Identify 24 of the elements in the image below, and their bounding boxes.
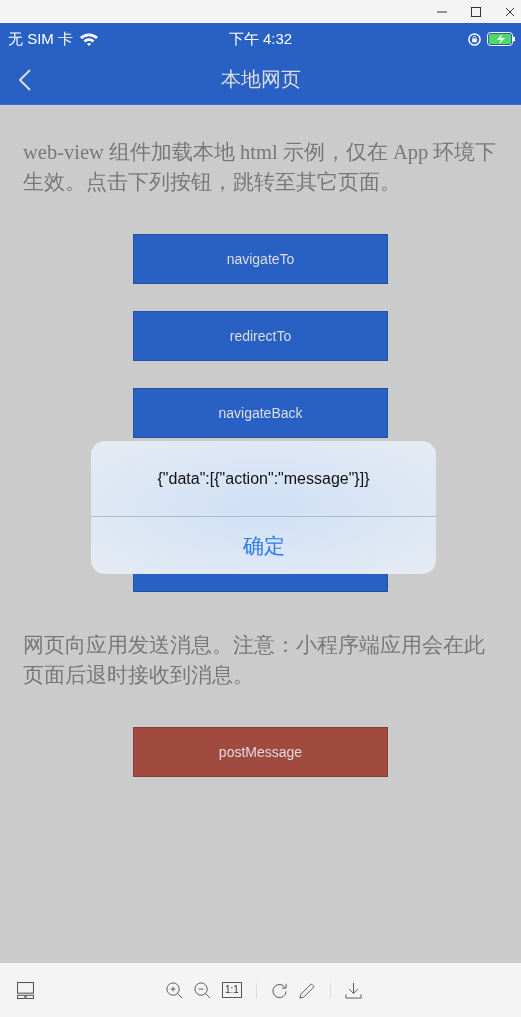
status-time: 下午 4:32	[228, 29, 293, 49]
zoom-out-icon[interactable]	[194, 981, 211, 999]
navigation-button[interactable]: navigateTo	[133, 234, 388, 284]
carrier-label: 无 SIM 卡	[8, 29, 73, 49]
zoom-in-icon[interactable]	[166, 981, 183, 999]
intro-text: web-view 组件加载本地 html 示例，仅在 App 环境下生效。点击下列按钮，跳转至其它页面。	[23, 140, 498, 195]
close-icon[interactable]	[504, 5, 516, 18]
actual-size-button[interactable]: 1:1	[222, 982, 242, 998]
navigation-button[interactable]: redirectTo	[133, 311, 388, 361]
confirm-button[interactable]: 确定	[91, 517, 436, 574]
pencil-icon[interactable]	[298, 981, 316, 999]
battery-charging-icon	[487, 32, 515, 46]
rotation-lock-icon	[468, 32, 481, 46]
maximize-icon[interactable]	[470, 5, 482, 18]
layout-icon[interactable]	[17, 981, 34, 999]
dialog-message: {"data":[{"action":"message"}]}	[91, 441, 436, 517]
download-icon[interactable]	[344, 981, 362, 999]
page-title: 本地网页	[220, 67, 301, 92]
back-icon[interactable]	[19, 68, 31, 91]
navigation-button[interactable]: navigateBack	[133, 388, 388, 438]
post-message-button[interactable]: postMessage	[133, 727, 388, 777]
wifi-icon	[79, 32, 99, 46]
note-text: 网页向应用发送消息。注意：小程序端应用会在此页面后退时接收到消息。	[23, 633, 486, 688]
rotate-icon[interactable]	[270, 981, 288, 999]
